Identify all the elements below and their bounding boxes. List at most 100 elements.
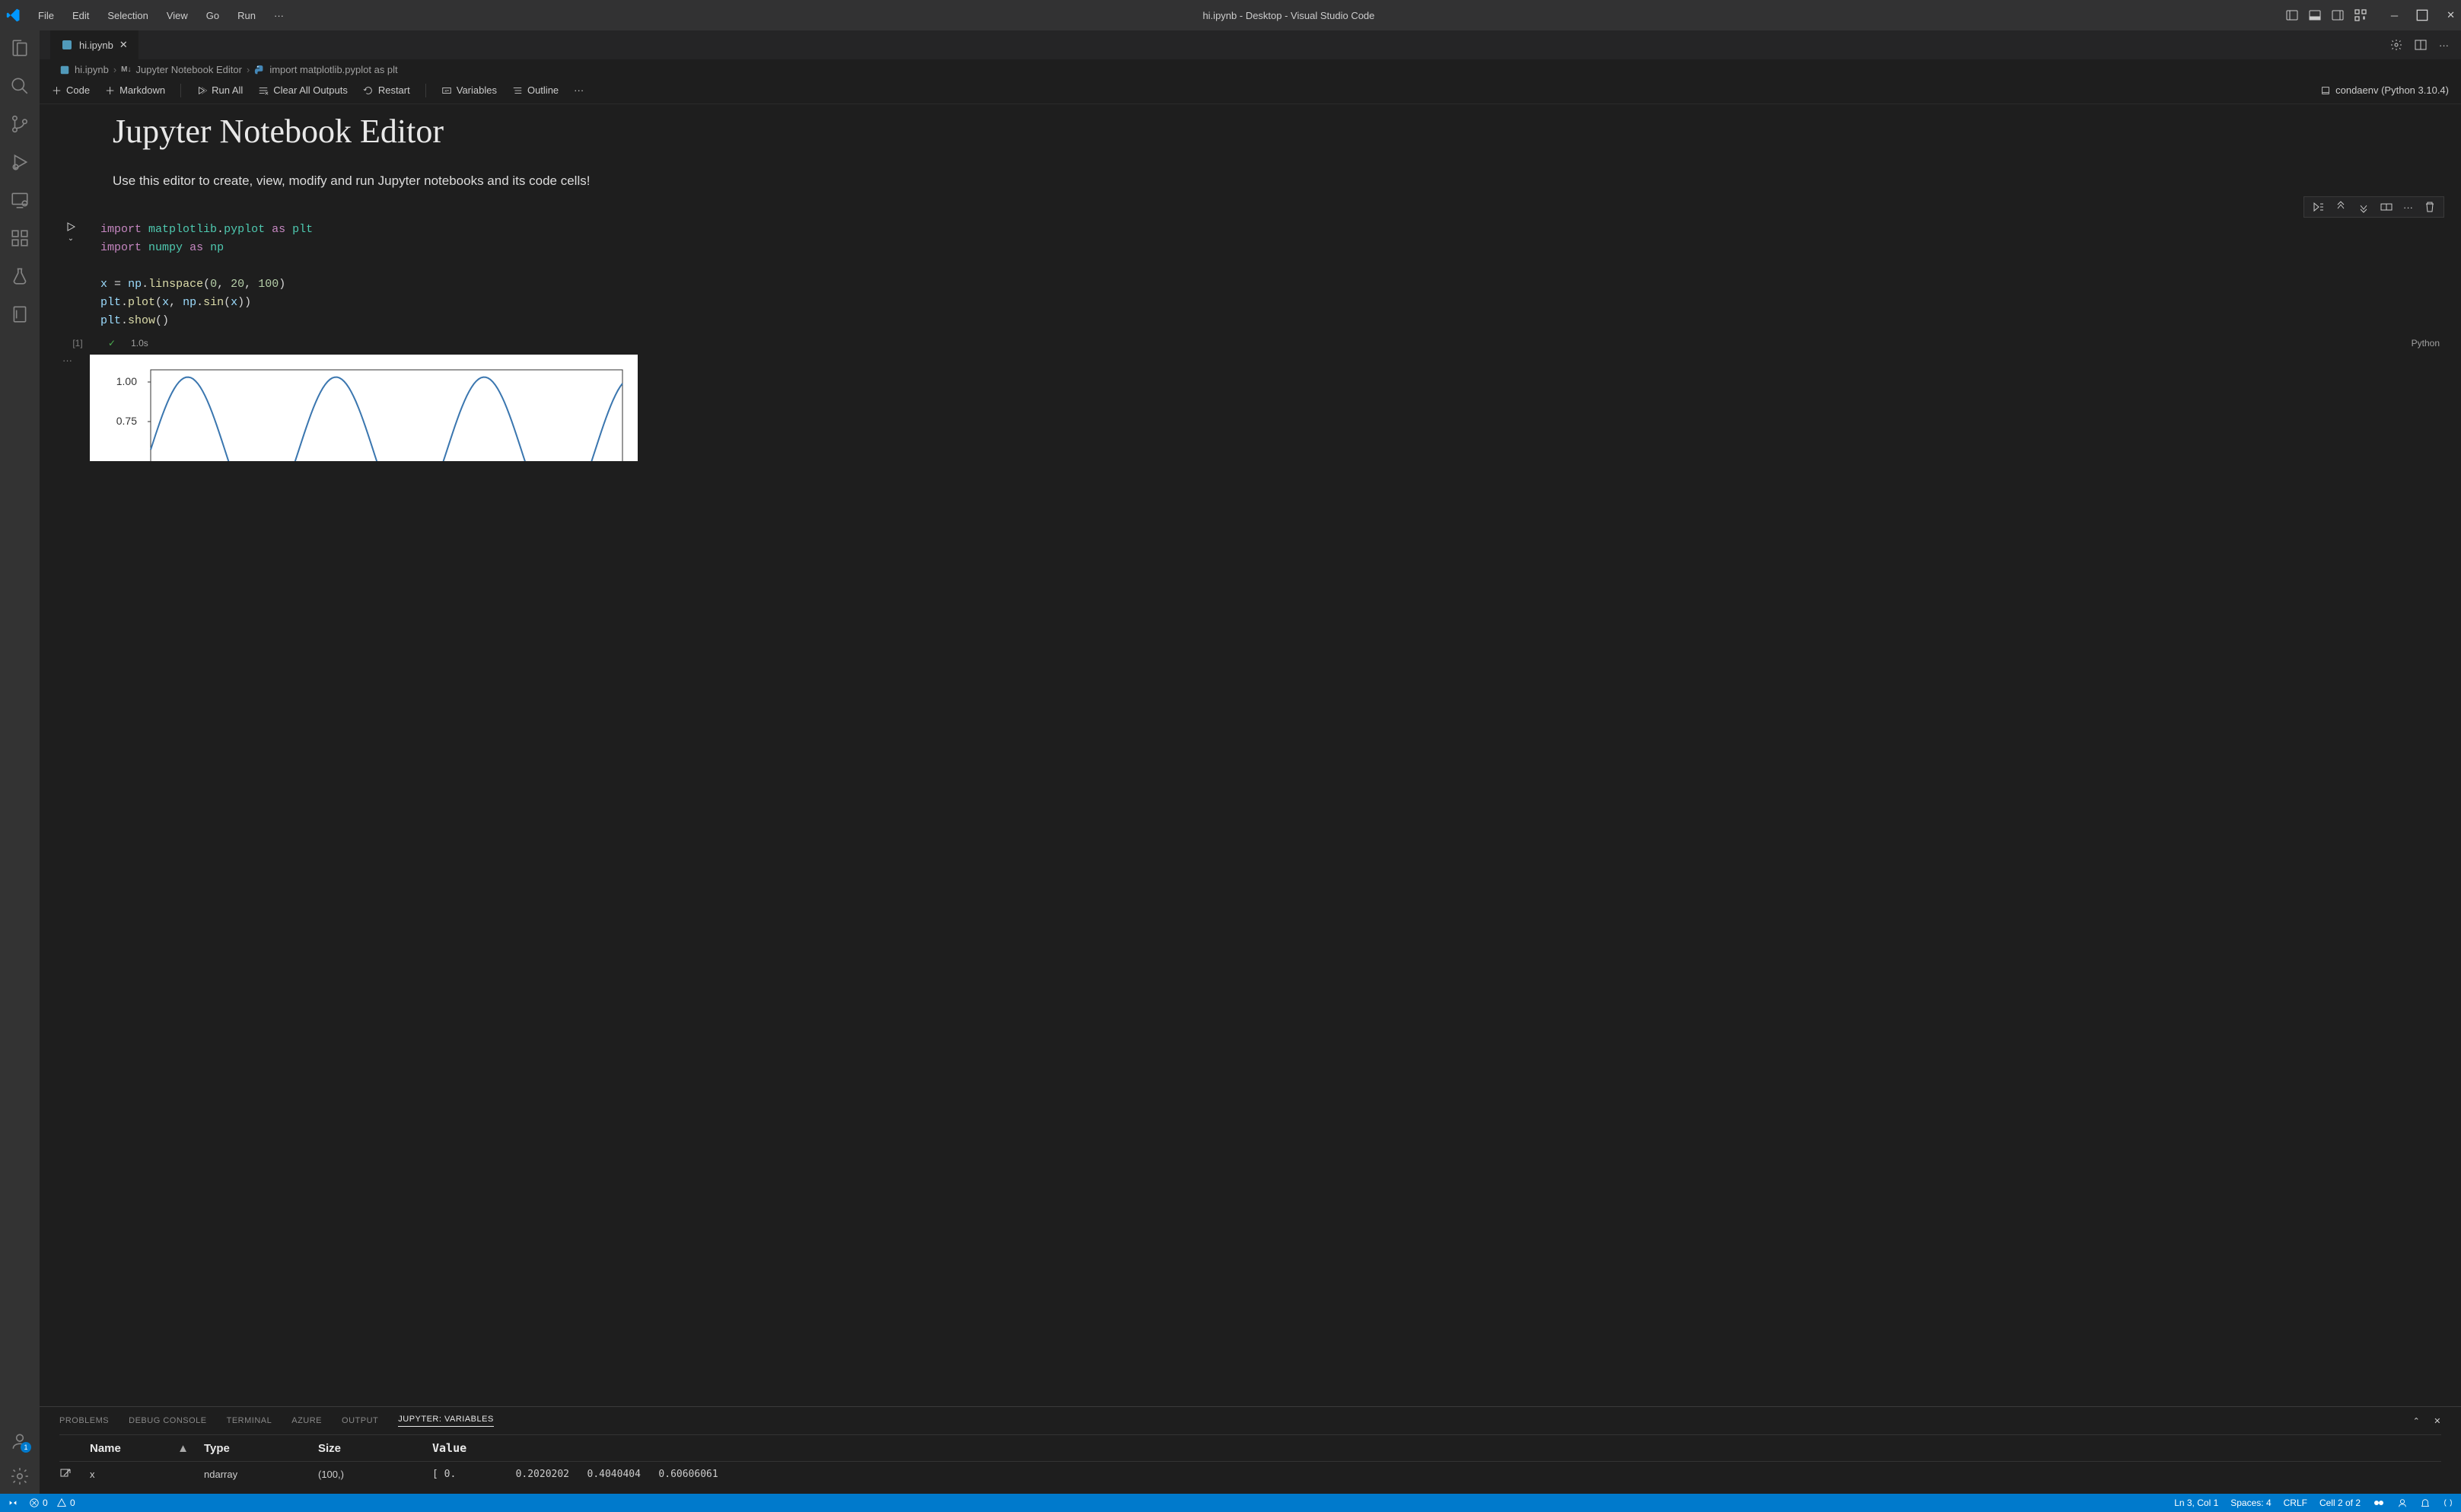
var-size: (100,) — [318, 1469, 432, 1480]
crumb-file[interactable]: hi.ipynb — [75, 64, 109, 75]
clear-outputs-button[interactable]: Clear All Outputs — [258, 84, 348, 96]
outline-button[interactable]: Outline — [512, 84, 559, 96]
panel-tab-output[interactable]: OUTPUT — [342, 1416, 378, 1425]
eol[interactable]: CRLF — [2284, 1498, 2307, 1508]
editor-more-icon[interactable]: ··· — [2439, 40, 2449, 51]
var-value: [ 0. 0.2020202 0.4040404 0.60606061 — [432, 1469, 2441, 1480]
open-variable-icon[interactable] — [59, 1468, 90, 1480]
tab-label: hi.ipynb — [79, 40, 113, 51]
split-editor-icon[interactable] — [2415, 39, 2427, 51]
vscode-logo-icon — [6, 8, 21, 23]
crumb-editor[interactable]: Jupyter Notebook Editor — [136, 64, 242, 75]
customize-layout-icon[interactable] — [2354, 9, 2367, 21]
menu-view[interactable]: View — [159, 7, 196, 24]
cell-language[interactable]: Python — [2412, 338, 2440, 349]
errors-warnings[interactable]: 0 0 — [29, 1498, 75, 1508]
col-header-type[interactable]: Type — [204, 1442, 318, 1455]
markdown-cell[interactable]: Jupyter Notebook Editor Use this editor … — [52, 112, 2449, 204]
panel-tab-azure[interactable]: AZURE — [291, 1416, 322, 1425]
window-minimize-icon[interactable]: ─ — [2391, 9, 2398, 21]
menu-edit[interactable]: Edit — [65, 7, 97, 24]
accounts-badge: 1 — [21, 1442, 31, 1453]
col-header-value[interactable]: Value — [432, 1441, 2441, 1455]
editor-tabs: hi.ipynb ✕ ··· — [40, 30, 2461, 59]
panel-tab-terminal[interactable]: TERMINAL — [227, 1416, 272, 1425]
source-control-icon[interactable] — [10, 114, 30, 134]
code-editor[interactable]: import matplotlib.pyplot as plt import n… — [91, 216, 2449, 335]
indentation[interactable]: Spaces: 4 — [2230, 1498, 2271, 1508]
run-cell-icon[interactable] — [65, 221, 77, 233]
tab-hi-ipynb[interactable]: hi.ipynb ✕ — [50, 30, 138, 59]
feedback-icon[interactable] — [2397, 1498, 2408, 1508]
remote-explorer-icon[interactable] — [10, 190, 30, 210]
notifications-bell-icon[interactable] — [2420, 1498, 2431, 1508]
explorer-icon[interactable] — [10, 38, 30, 58]
menu-file[interactable]: File — [30, 7, 62, 24]
copilot-icon[interactable] — [2373, 1497, 2385, 1509]
panel-tab-problems[interactable]: PROBLEMS — [59, 1416, 109, 1425]
table-row[interactable]: x ndarray (100,) [ 0. 0.2020202 0.404040… — [59, 1462, 2441, 1486]
window-maximize-icon[interactable] — [2416, 9, 2428, 21]
run-options-chevron-icon[interactable]: ⌄ — [68, 234, 74, 243]
panel-tabs: PROBLEMS DEBUG CONSOLE TERMINAL AZURE OU… — [40, 1407, 2461, 1434]
notebook-intro-text: Use this editor to create, view, modify … — [52, 158, 2449, 204]
notebook-body[interactable]: Jupyter Notebook Editor Use this editor … — [40, 104, 2461, 1406]
sort-asc-icon[interactable]: ▲ — [177, 1442, 189, 1455]
execute-above-icon[interactable] — [2335, 201, 2347, 213]
panel-close-icon[interactable]: ✕ — [2434, 1416, 2441, 1426]
jupyter-icon[interactable] — [10, 304, 30, 324]
col-header-name[interactable]: Name — [90, 1442, 121, 1455]
kernel-selector[interactable]: condaenv (Python 3.10.4) — [2320, 84, 2449, 96]
layout-panel-icon[interactable] — [2309, 9, 2321, 21]
plot-output: 1.00 0.75 — [90, 355, 638, 461]
code-cell[interactable]: ··· ⌄ import matplotlib.pyplot as plt im… — [52, 216, 2449, 352]
variables-button[interactable]: x= Variables — [441, 84, 497, 96]
run-by-line-icon[interactable] — [2312, 201, 2324, 213]
markdown-icon: M↓ — [121, 65, 131, 74]
accounts-icon[interactable]: 1 — [10, 1431, 30, 1451]
notebook-title: Jupyter Notebook Editor — [52, 112, 2449, 158]
panel-tab-jupyter-variables[interactable]: JUPYTER: VARIABLES — [398, 1415, 494, 1427]
execute-below-icon[interactable] — [2358, 201, 2370, 213]
breadcrumb[interactable]: hi.ipynb › M↓ Jupyter Notebook Editor › … — [40, 59, 2461, 80]
separator — [180, 84, 181, 97]
add-markdown-cell-button[interactable]: ＋ Markdown — [105, 83, 165, 97]
window-close-icon[interactable]: ✕ — [2447, 9, 2455, 21]
run-debug-icon[interactable] — [10, 152, 30, 172]
svg-text:0.75: 0.75 — [116, 415, 137, 427]
extensions-icon[interactable] — [10, 228, 30, 248]
cell-more-icon[interactable]: ··· — [2403, 202, 2413, 213]
menu-go[interactable]: Go — [199, 7, 227, 24]
table-header-row: Name ▲ Type Size Value — [59, 1434, 2441, 1462]
restart-kernel-button[interactable]: Restart — [363, 84, 410, 96]
remote-indicator[interactable] — [8, 1498, 18, 1508]
cell-counter[interactable]: Cell 2 of 2 — [2319, 1498, 2361, 1508]
panel-tab-debug-console[interactable]: DEBUG CONSOLE — [129, 1416, 206, 1425]
menu-more[interactable]: ··· — [266, 7, 291, 24]
prettier-icon[interactable] — [2443, 1498, 2453, 1508]
notebook-file-icon — [59, 65, 70, 75]
col-header-size[interactable]: Size — [318, 1442, 432, 1455]
editor-settings-gear-icon[interactable] — [2390, 39, 2402, 51]
search-icon[interactable] — [10, 76, 30, 96]
var-type: ndarray — [204, 1469, 318, 1480]
crumb-cell[interactable]: import matplotlib.pyplot as plt — [269, 64, 397, 75]
run-all-button[interactable]: Run All — [196, 84, 243, 96]
tab-close-icon[interactable]: ✕ — [119, 39, 128, 51]
svg-text:1.00: 1.00 — [116, 375, 137, 387]
layout-primary-sidebar-icon[interactable] — [2286, 9, 2298, 21]
settings-gear-icon[interactable] — [10, 1466, 30, 1486]
testing-icon[interactable] — [10, 266, 30, 286]
delete-cell-icon[interactable] — [2424, 201, 2436, 213]
split-cell-icon[interactable] — [2380, 201, 2393, 213]
panel: PROBLEMS DEBUG CONSOLE TERMINAL AZURE OU… — [40, 1406, 2461, 1494]
add-code-cell-button[interactable]: ＋ Code — [52, 83, 90, 97]
output-more-icon[interactable]: ··· — [62, 355, 72, 366]
layout-secondary-sidebar-icon[interactable] — [2332, 9, 2344, 21]
panel-collapse-icon[interactable]: ⌃ — [2413, 1416, 2421, 1426]
menu-run[interactable]: Run — [230, 7, 263, 24]
menu-selection[interactable]: Selection — [100, 7, 155, 24]
var-name: x — [90, 1469, 204, 1480]
cursor-position[interactable]: Ln 3, Col 1 — [2174, 1498, 2218, 1508]
toolbar-more-icon[interactable]: ··· — [574, 84, 584, 96]
